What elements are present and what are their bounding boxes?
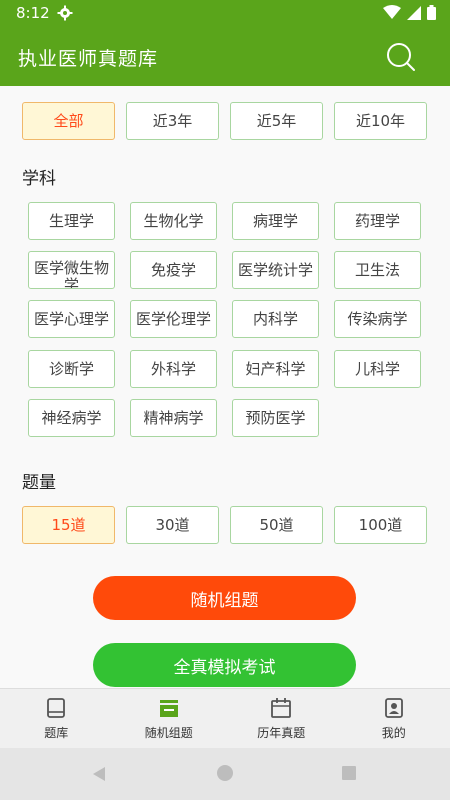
mock-exam-button[interactable]: 全真模拟考试	[93, 643, 356, 687]
subject-chip[interactable]: 卫生法	[334, 251, 421, 289]
system-nav-bar	[0, 748, 450, 800]
count-option-50[interactable]: 50道	[230, 506, 323, 544]
tab-profile[interactable]: 我的	[338, 689, 450, 748]
subject-chip[interactable]: 医学伦理学	[130, 300, 217, 338]
subject-chip[interactable]: 神经病学	[28, 399, 115, 437]
subject-chip[interactable]: 医学微生物学	[28, 251, 115, 289]
search-icon[interactable]	[386, 42, 416, 72]
tab-question-bank[interactable]: 题库	[0, 689, 113, 748]
year-option-all[interactable]: 全部	[22, 102, 115, 140]
book-icon	[47, 698, 66, 718]
contact-book-icon	[384, 698, 403, 718]
status-bar: 8:12	[0, 0, 450, 26]
filter-panel: 全部 近3年 近5年 近10年 学科 生理学 生物化学 病理学 药理学 医学微生…	[0, 86, 450, 688]
year-option-10y[interactable]: 近10年	[334, 102, 427, 140]
subject-chip[interactable]: 药理学	[334, 202, 421, 240]
subject-chip[interactable]: 精神病学	[130, 399, 217, 437]
bottom-tab-bar: 题库 随机组题 历年真题 我的	[0, 688, 450, 748]
subject-title: 学科	[22, 169, 56, 189]
status-time: 8:12	[16, 4, 50, 22]
subject-chip[interactable]: 外科学	[130, 350, 217, 388]
gear-icon	[57, 5, 73, 21]
subject-chip[interactable]: 内科学	[232, 300, 319, 338]
count-title: 题量	[22, 473, 56, 493]
random-quiz-button[interactable]: 随机组题	[93, 576, 356, 620]
signal-icon	[407, 6, 421, 20]
tab-past-exams[interactable]: 历年真题	[225, 689, 338, 748]
subject-chip[interactable]: 病理学	[232, 202, 319, 240]
inbox-icon	[159, 700, 178, 717]
back-icon[interactable]	[91, 766, 107, 782]
battery-icon	[427, 5, 436, 20]
calendar-icon	[271, 698, 292, 718]
year-option-5y[interactable]: 近5年	[230, 102, 323, 140]
tab-random-quiz[interactable]: 随机组题	[113, 689, 226, 748]
home-icon[interactable]	[217, 765, 233, 781]
app-title: 执业医师真题库	[18, 48, 159, 70]
subject-chip[interactable]: 医学统计学	[232, 251, 319, 289]
status-icons	[383, 5, 436, 20]
subject-chip[interactable]: 妇产科学	[232, 350, 319, 388]
year-option-3y[interactable]: 近3年	[126, 102, 219, 140]
count-option-15[interactable]: 15道	[22, 506, 115, 544]
subject-chip[interactable]: 儿科学	[334, 350, 421, 388]
count-option-100[interactable]: 100道	[334, 506, 427, 544]
tab-label: 题库	[44, 726, 69, 740]
tab-label: 我的	[381, 726, 406, 740]
wifi-icon	[383, 5, 401, 19]
count-option-30[interactable]: 30道	[126, 506, 219, 544]
recent-apps-icon[interactable]	[342, 766, 356, 780]
tab-label: 随机组题	[144, 726, 193, 740]
app-bar: 执业医师真题库	[0, 26, 450, 86]
subject-chip[interactable]: 传染病学	[334, 300, 421, 338]
subject-chip[interactable]: 预防医学	[232, 399, 319, 437]
tab-label: 历年真题	[257, 726, 306, 740]
subject-chip[interactable]: 医学心理学	[28, 300, 115, 338]
subject-chip[interactable]: 生物化学	[130, 202, 217, 240]
subject-chip[interactable]: 生理学	[28, 202, 115, 240]
subject-chip[interactable]: 诊断学	[28, 350, 115, 388]
subject-chip[interactable]: 免疫学	[130, 251, 217, 289]
